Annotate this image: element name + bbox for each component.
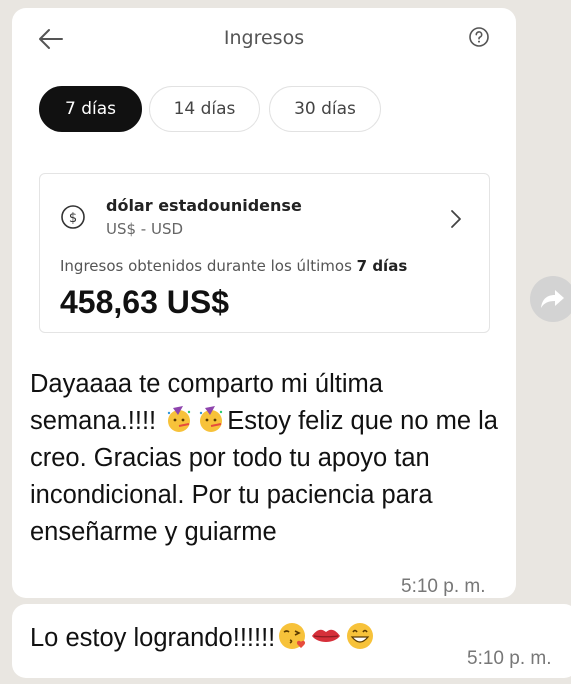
message-timestamp: 5:10 p. m.	[401, 576, 486, 597]
currency-name: dólar estadounidense	[106, 196, 302, 215]
earnings-label: Ingresos obtenidos durante los últimos 7…	[60, 257, 407, 275]
earnings-label-prefix: Ingresos obtenidos durante los últimos	[60, 257, 357, 275]
chevron-right-icon[interactable]	[448, 208, 464, 230]
forward-arrow-icon	[541, 290, 564, 308]
svg-text:$: $	[69, 211, 77, 226]
question-circle-icon[interactable]	[468, 26, 490, 48]
kiss-face-emoji	[279, 623, 306, 649]
forward-button[interactable]	[530, 276, 571, 322]
page-title: Ingresos	[223, 27, 305, 49]
message-timestamp: 5:10 p. m.	[467, 648, 552, 669]
currency-code: US$ - USD	[106, 220, 184, 238]
party-face-emoji	[200, 406, 223, 432]
chip-7-dias[interactable]: 7 días	[39, 86, 142, 132]
chip-14-dias[interactable]: 14 días	[149, 86, 260, 132]
lips-emoji	[312, 629, 341, 642]
party-face-emoji	[168, 406, 191, 432]
currency-card[interactable]: $ dólar estadounidense US$ - USD Ingreso…	[39, 173, 490, 333]
message-text: Lo estoy logrando!!!!!!	[30, 620, 377, 653]
message-bubble-image[interactable]: Ingresos 7 días 14 días 30 días $ dólar …	[12, 8, 516, 598]
message-caption: Dayaaaa te comparto mi última semana.!!!…	[30, 366, 500, 551]
message2-text: Lo estoy logrando!!!!!!	[30, 624, 276, 652]
dollar-circle-icon: $	[61, 205, 85, 229]
screenshot-header: Ingresos	[12, 8, 516, 78]
message-bubble-text[interactable]: Lo estoy logrando!!!!!! 5:10 p. m.	[12, 604, 571, 678]
earnings-amount: 458,63 US$	[60, 284, 230, 320]
earnings-label-period: 7 días	[356, 257, 408, 275]
chip-30-dias[interactable]: 30 días	[269, 86, 381, 132]
grinning-face-emoji	[347, 623, 374, 649]
